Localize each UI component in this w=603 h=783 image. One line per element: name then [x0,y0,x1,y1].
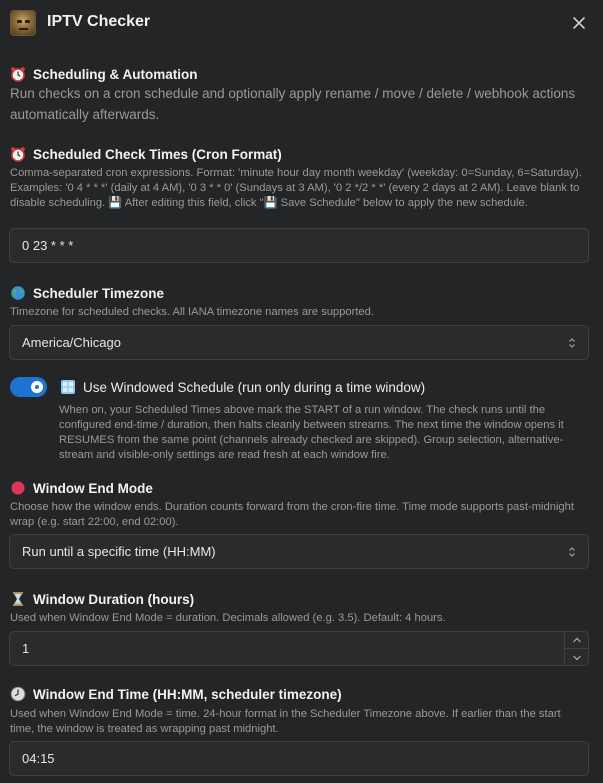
cron-help: Comma-separated cron expressions. Format… [10,167,582,209]
close-button[interactable] [568,12,590,34]
clock-icon [10,686,26,702]
settings-panel: IPTV Checker Scheduling & Automation Run… [0,0,603,783]
cron-input[interactable]: 0 23 * * * [9,228,589,263]
cron-label: Scheduled Check Times (Cron Format) [10,146,282,162]
end-mode-select[interactable]: Run until a specific time (HH:MM) [9,534,589,569]
duration-label-text: Window Duration (hours) [33,591,195,607]
intro-section-title: Scheduling & Automation [10,66,198,82]
windowed-label-text: Use Windowed Schedule (run only during a… [83,379,426,395]
duration-stepper [564,632,589,666]
intro-title-text: Scheduling & Automation [33,66,198,82]
red-circle-icon [10,480,26,496]
intro-description: Run checks on a cron schedule and option… [10,86,576,122]
window-icon [60,379,76,395]
hourglass-icon [10,591,26,607]
chevron-up-icon [573,637,581,643]
windowed-label: Use Windowed Schedule (run only during a… [60,379,425,395]
app-logo [10,10,36,36]
select-arrows-icon [569,337,575,348]
timezone-help: Timezone for scheduled checks. All IANA … [10,306,374,318]
end-mode-label: Window End Mode [10,480,153,496]
timezone-label-text: Scheduler Timezone [33,285,165,301]
select-arrows-icon [569,546,575,557]
end-time-label-text: Window End Time (HH:MM, scheduler timezo… [33,686,342,702]
globe-icon [10,285,26,301]
cron-input-value: 0 23 * * * [22,238,74,253]
timezone-label: Scheduler Timezone [10,285,164,301]
cron-label-text: Scheduled Check Times (Cron Format) [33,146,282,162]
duration-number-input[interactable]: 1 [9,631,589,666]
end-time-input[interactable]: 04:15 [9,741,589,776]
end-mode-select-value: Run until a specific time (HH:MM) [22,544,216,559]
alarm-clock-icon [10,146,26,162]
header: IPTV Checker [0,0,603,46]
alarm-clock-icon [10,66,26,82]
duration-input-value: 1 [22,641,30,656]
duration-help: Used when Window End Mode = duration. De… [10,612,446,624]
end-mode-label-text: Window End Mode [33,480,153,496]
increment-button[interactable] [565,632,589,649]
end-time-help: Used when Window End Mode = time. 24-hou… [10,708,561,735]
decrement-button[interactable] [565,649,589,666]
duration-label: Window Duration (hours) [10,591,194,607]
timezone-select[interactable]: America/Chicago [9,325,589,360]
end-time-label: Window End Time (HH:MM, scheduler timezo… [10,686,342,702]
windowed-help: When on, your Scheduled Times above mark… [59,404,564,461]
end-mode-help: Choose how the window ends. Duration cou… [10,501,574,528]
close-icon [573,17,585,29]
app-title: IPTV Checker [47,13,151,30]
end-time-input-value: 04:15 [22,751,55,766]
windowed-schedule-toggle[interactable] [10,377,47,397]
timezone-select-value: America/Chicago [22,335,121,350]
chevron-down-icon [573,655,581,660]
